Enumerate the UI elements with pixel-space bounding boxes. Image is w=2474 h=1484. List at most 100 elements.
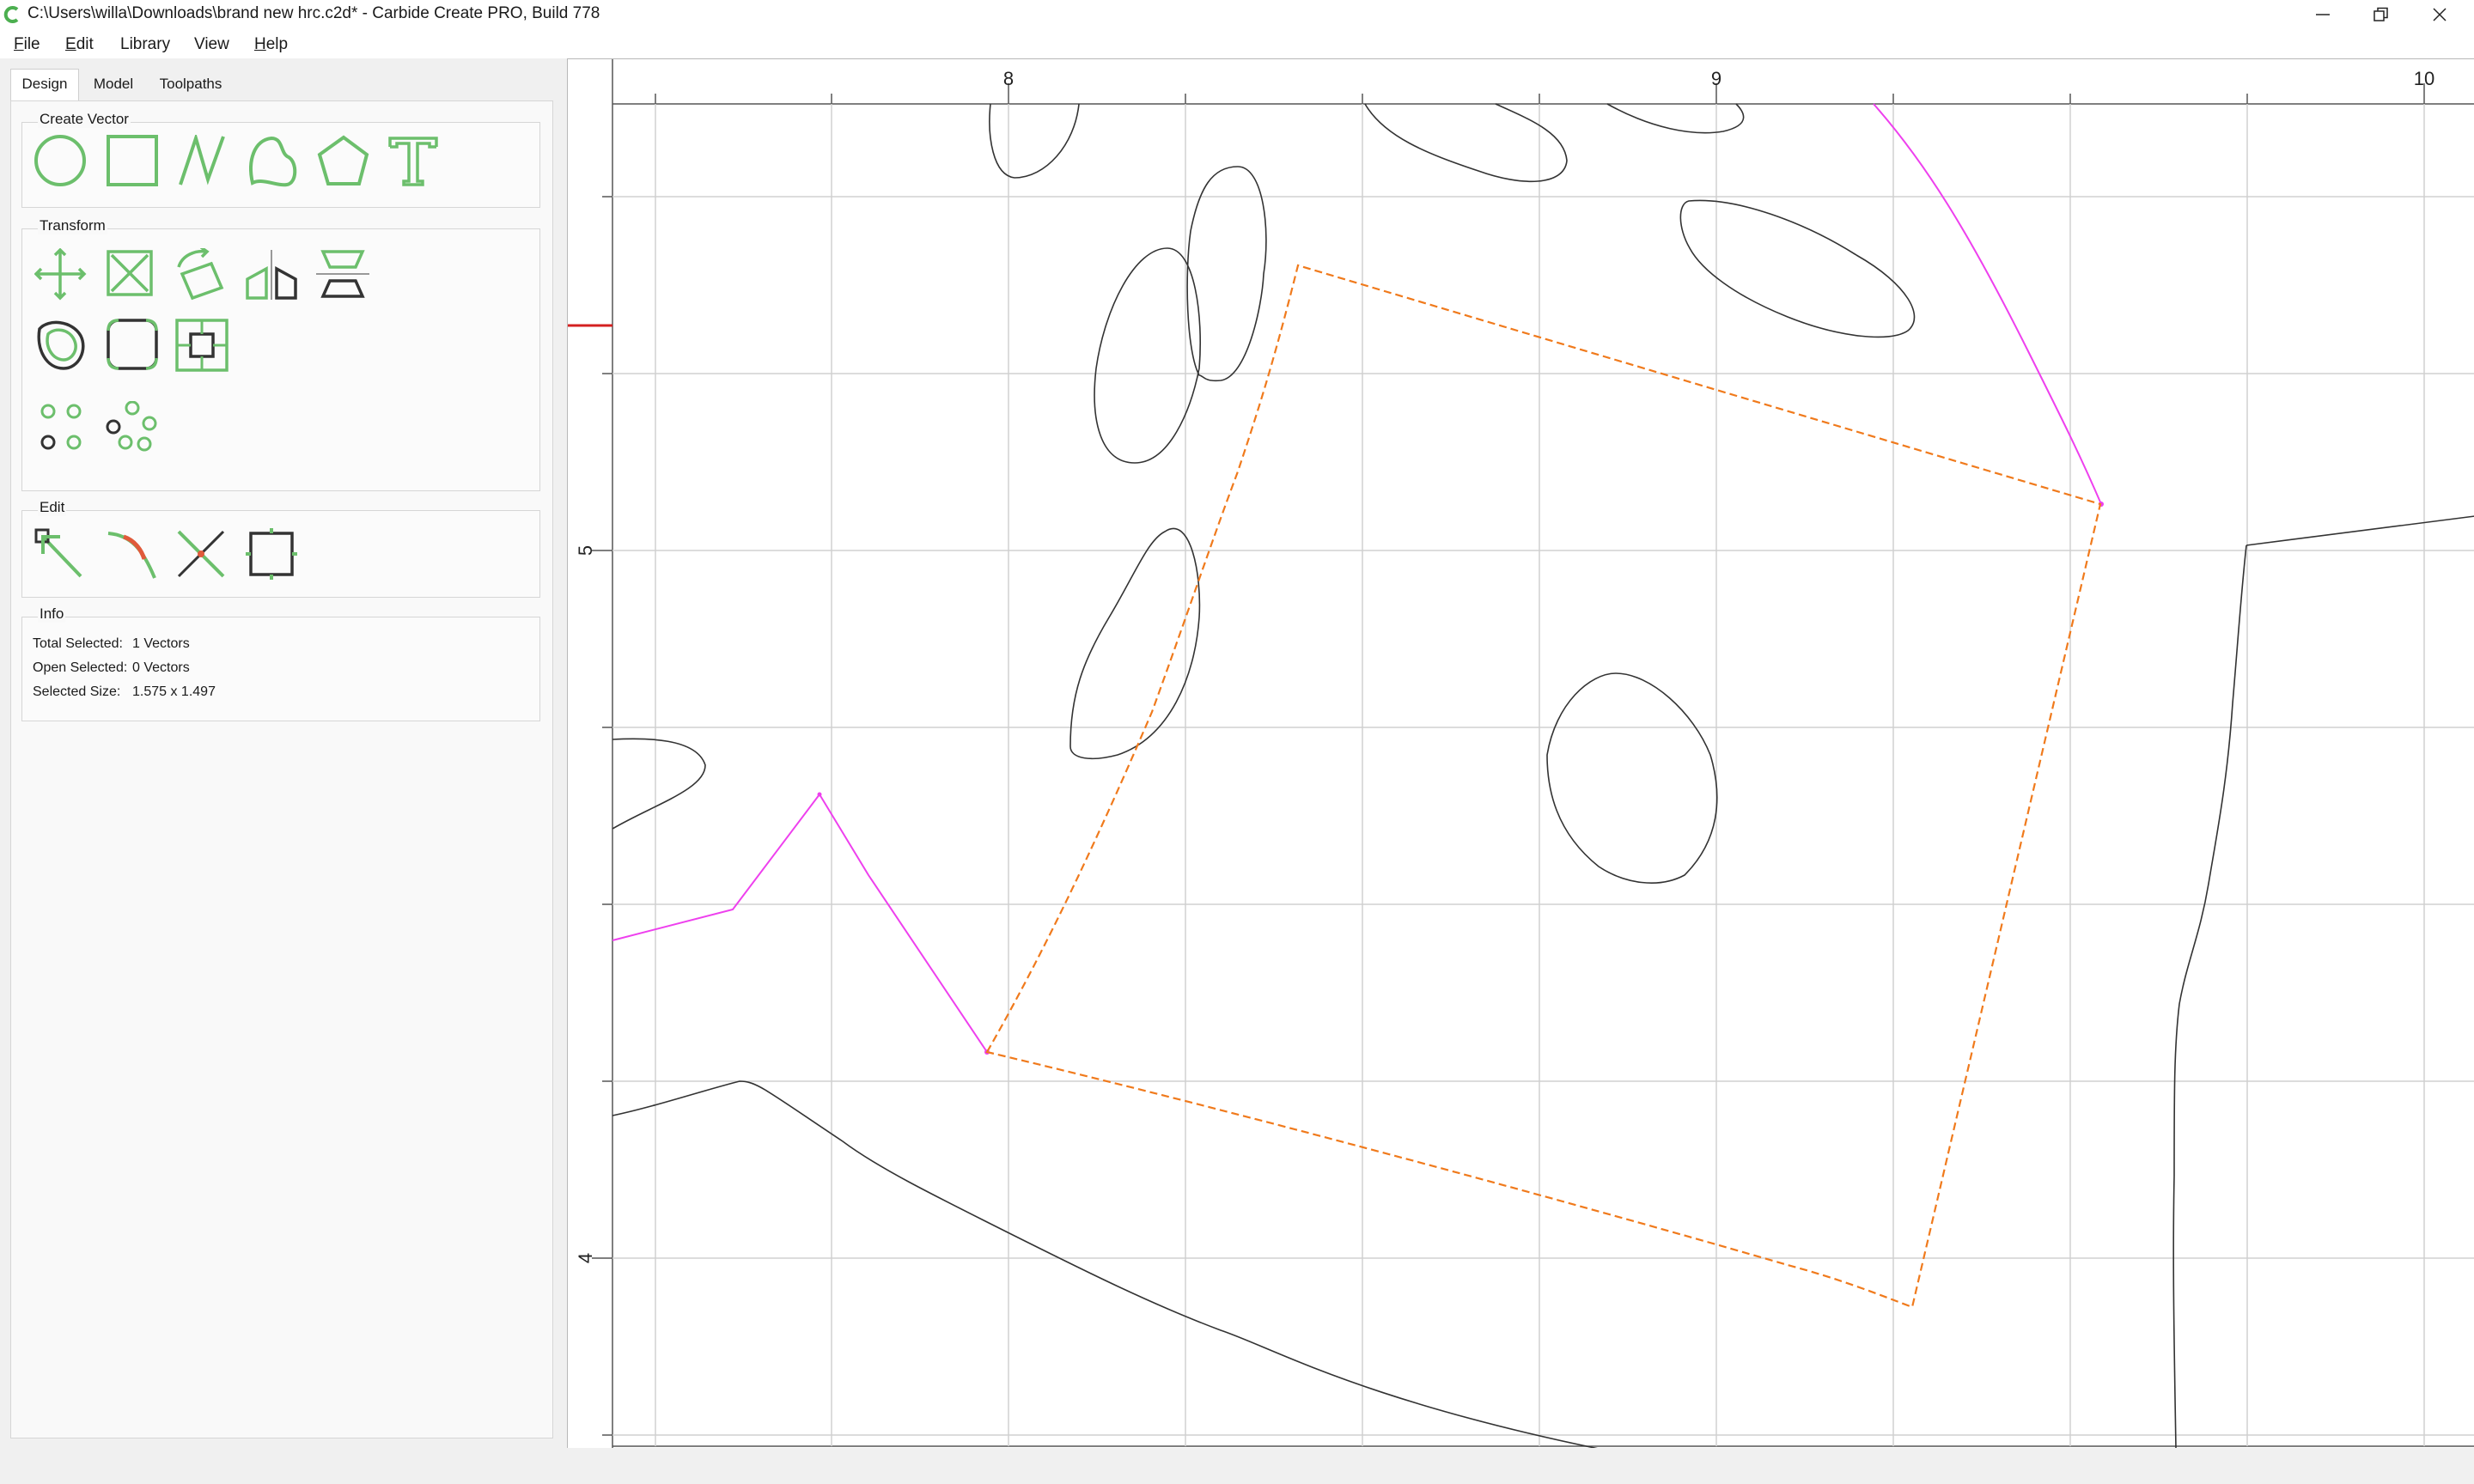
create-vector-group: Create Vector — [21, 111, 540, 208]
scale-tool-button[interactable] — [105, 248, 165, 308]
move-tool-button[interactable] — [34, 248, 94, 308]
fillet-tool-button[interactable] — [105, 319, 165, 379]
trim-icon — [177, 530, 225, 578]
mirror-icon — [246, 250, 297, 300]
info-group: Info Total Selected: 1 Vectors Open Selec… — [21, 605, 540, 721]
design-vectors[interactable] — [612, 103, 2474, 1450]
restore-icon — [2373, 7, 2388, 21]
fillet-icon — [107, 319, 158, 370]
app-logo-icon — [3, 6, 19, 23]
selected-size-row: Selected Size: 1.575 x 1.497 — [33, 684, 216, 700]
selected-size-value: 1.575 x 1.497 — [132, 684, 216, 699]
join-tool-button[interactable] — [246, 528, 306, 588]
vector-shape[interactable] — [1186, 166, 1267, 382]
total-selected-value: 1 Vectors — [132, 636, 190, 651]
ruler-label-x: 10 — [2414, 68, 2434, 89]
tab-toolpaths[interactable]: Toolpaths — [148, 69, 234, 100]
status-bar — [0, 1448, 2474, 1484]
text-tool-button[interactable] — [387, 135, 447, 195]
ruler-label-y: 4 — [575, 1253, 596, 1263]
left-ruler — [568, 59, 612, 1449]
circle-icon — [34, 135, 86, 186]
title-bar: C:\Users\willa\Downloads\brand new hrc.c… — [0, 0, 2474, 29]
rectangle-tool-button[interactable] — [105, 135, 165, 195]
open-selected-value: 0 Vectors — [132, 660, 190, 675]
menu-library[interactable]: Library — [117, 33, 174, 56]
array-icon — [40, 404, 82, 450]
node-edit-icon — [34, 528, 82, 578]
polyline-icon — [179, 135, 225, 186]
total-selected-label: Total Selected: — [33, 636, 123, 651]
offset-icon — [37, 320, 85, 370]
window-title: C:\Users\willa\Downloads\brand new hrc.c… — [27, 4, 600, 22]
ruler-label-x: 8 — [1003, 68, 1014, 89]
vector-shape[interactable] — [2172, 544, 2247, 1450]
menu-file[interactable]: File — [10, 33, 44, 56]
polyline-tool-button[interactable] — [175, 135, 235, 195]
menu-help[interactable]: Help — [251, 33, 291, 56]
grid — [612, 104, 2474, 1446]
top-ruler — [568, 59, 2474, 104]
info-title: Info — [38, 605, 66, 623]
circular-array-tool-button[interactable] — [105, 401, 165, 461]
close-button[interactable] — [2410, 0, 2469, 29]
total-selected-row: Total Selected: 1 Vectors — [33, 636, 190, 652]
rotate-tool-button[interactable] — [175, 248, 235, 308]
ruler-label-x: 9 — [1711, 68, 1721, 89]
rectangle-icon — [107, 135, 158, 186]
restore-button[interactable] — [2352, 0, 2410, 29]
vector-shape[interactable] — [1069, 527, 1201, 760]
menu-bar: File Edit Library View Help — [0, 29, 2474, 58]
toolpath-segment[interactable] — [612, 793, 988, 1053]
array-tool-button[interactable] — [34, 401, 94, 461]
ruler-ticks — [592, 83, 2425, 1436]
align-tool-button[interactable] — [316, 248, 376, 308]
mirror-tool-button[interactable] — [246, 248, 306, 308]
curve-edit-tool-button[interactable] — [105, 528, 165, 588]
create-vector-title: Create Vector — [38, 111, 131, 128]
menu-edit[interactable]: Edit — [62, 33, 97, 56]
edit-group: Edit — [21, 499, 540, 598]
vector-shape[interactable] — [612, 738, 706, 830]
text-icon — [388, 137, 438, 186]
move-icon — [34, 248, 87, 301]
magenta-paths[interactable] — [612, 103, 2102, 1053]
align-icon — [316, 250, 369, 298]
vector-shape[interactable] — [1606, 103, 1745, 134]
minimize-button[interactable] — [2294, 0, 2352, 29]
edit-title: Edit — [38, 499, 67, 516]
toolpath-segment[interactable] — [1873, 103, 2102, 505]
open-selected-row: Open Selected: 0 Vectors — [33, 660, 190, 676]
selected-size-label: Selected Size: — [33, 684, 121, 699]
polygon-tool-button[interactable] — [316, 135, 376, 195]
design-canvas[interactable]: 8 9 10 5 4 — [567, 58, 2474, 1450]
vector-shape[interactable] — [612, 1080, 1600, 1450]
polygon-icon — [317, 135, 369, 186]
trim-tool-button[interactable] — [175, 528, 235, 588]
join-icon — [246, 528, 297, 580]
canvas-svg[interactable]: 8 9 10 5 4 — [568, 59, 2474, 1450]
scale-icon — [107, 250, 153, 296]
boolean-icon — [175, 319, 229, 372]
ruler-label-y: 5 — [575, 545, 596, 556]
selected-vector[interactable] — [985, 264, 2102, 1309]
tab-model[interactable]: Model — [84, 69, 143, 100]
node-edit-tool-button[interactable] — [34, 528, 94, 588]
close-icon — [2433, 8, 2447, 21]
vector-shape[interactable] — [1094, 247, 1202, 464]
curve-tool-button[interactable] — [246, 135, 306, 195]
menu-view[interactable]: View — [191, 33, 233, 56]
vector-shape[interactable] — [2245, 515, 2474, 546]
transform-title: Transform — [38, 217, 107, 234]
transform-group: Transform — [21, 217, 540, 491]
vector-shape[interactable] — [1546, 672, 1718, 884]
offset-tool-button[interactable] — [34, 319, 94, 379]
vector-shape[interactable] — [1364, 103, 1568, 183]
rotate-icon — [177, 248, 224, 301]
circular-array-icon — [106, 401, 157, 452]
boolean-tool-button[interactable] — [175, 319, 235, 379]
vector-shape[interactable] — [1679, 199, 1916, 338]
tab-design[interactable]: Design — [10, 69, 79, 100]
circle-tool-button[interactable] — [34, 135, 94, 195]
vector-shape[interactable] — [989, 103, 1080, 179]
